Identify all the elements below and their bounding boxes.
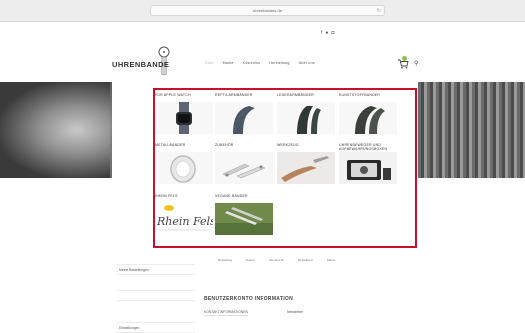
category-rhein-fels[interactable]: RHEIN FELS Rhein Fels xyxy=(155,194,215,235)
category-mega-menu: FÜR APPLE WATCH REPTILARMBÄNDER LEDERARM… xyxy=(153,88,417,248)
category-tools[interactable]: WERKZEUG xyxy=(277,143,337,184)
metal-band-image xyxy=(155,152,213,184)
order-col-header: Versand an xyxy=(268,258,285,262)
watch-winder-image xyxy=(339,152,397,184)
order-col-header: Bestellwert xyxy=(298,258,313,262)
cart-badge xyxy=(402,56,407,61)
nav-item[interactable]: Start xyxy=(205,61,214,65)
account-section-title: BENUTZERKONTO INFORMATION xyxy=(204,296,293,302)
category-leather-bands[interactable]: LEDERARMBÄNDER xyxy=(277,93,337,134)
category-plastic-bands[interactable]: KUNSTSTOFFBÄNDER xyxy=(339,93,399,134)
order-table-header: Bestellung Datum Versand an Bestellwert … xyxy=(204,258,416,262)
category-label: VEGANE BÄNDER xyxy=(215,194,248,198)
cart-button[interactable] xyxy=(397,56,409,69)
browser-chrome: uhrenbandes.de ↻ xyxy=(0,0,525,22)
newsletter-label: Newsletter xyxy=(287,310,304,314)
instagram-icon[interactable]: ◘ xyxy=(331,30,334,36)
rhein-fels-logo: Rhein Fels xyxy=(155,203,213,235)
plastic-band-image xyxy=(339,102,397,134)
site-logo[interactable]: UHRENBANDE xyxy=(112,60,169,69)
rhein-fels-logo-text: Rhein Fels xyxy=(156,215,213,228)
pinterest-icon[interactable]: ● xyxy=(325,30,328,36)
category-label: UHRENBEWEGER UND AUFBEWAHRUNGSBOXEN xyxy=(339,143,388,151)
topbar-right: f ● ◘ xyxy=(318,30,337,36)
vegan-band-image xyxy=(215,203,273,235)
nav-item[interactable]: Herstellung xyxy=(269,61,289,65)
category-apple-watch[interactable]: FÜR APPLE WATCH xyxy=(155,93,215,134)
order-col-header: Bestellung xyxy=(218,258,233,262)
contact-info-label: KONTAKTINFORMATIONEN xyxy=(204,310,248,316)
sidebar-item-settings[interactable]: Einstellungen xyxy=(117,322,195,333)
search-icon[interactable]: ⚲ xyxy=(414,60,418,67)
tools-image xyxy=(277,152,335,184)
category-label: LEDERARMBÄNDER xyxy=(277,93,314,97)
reptile-band-image xyxy=(215,102,273,134)
category-vegan-bands[interactable]: VEGANE BÄNDER xyxy=(215,194,275,235)
category-accessories[interactable]: ZUBEHÖR xyxy=(215,143,275,184)
sidebar-item-orders[interactable]: Meine Bestellungen xyxy=(117,264,195,275)
nav-item[interactable]: Über uns xyxy=(299,61,315,65)
url-text: uhrenbandes.de xyxy=(253,8,282,13)
facebook-icon[interactable]: f xyxy=(321,30,322,36)
order-col-header: Status xyxy=(326,258,336,262)
category-label: FÜR APPLE WATCH xyxy=(155,93,191,97)
category-label: METALLBÄNDER xyxy=(155,143,186,147)
category-watch-winders[interactable]: UHRENBEWEGER UND AUFBEWAHRUNGSBOXEN xyxy=(339,143,399,184)
category-reptile-bands[interactable]: REPTILARMBÄNDER xyxy=(215,93,275,134)
sidebar-item-downloads[interactable] xyxy=(117,290,195,301)
category-label: REPTILARMBÄNDER xyxy=(215,93,253,97)
accessories-image xyxy=(215,152,273,184)
reload-icon[interactable]: ↻ xyxy=(377,6,381,16)
order-col-header: Datum xyxy=(246,258,255,262)
apple-watch-band-image xyxy=(155,102,213,134)
category-label: WERKZEUG xyxy=(277,143,299,147)
main-nav: Start Marke Kostenlos Herstellung Über u… xyxy=(205,61,315,65)
nav-item[interactable]: Marke xyxy=(223,61,234,65)
category-label: RHEIN FELS xyxy=(155,194,178,198)
nav-item[interactable]: Kostenlos xyxy=(243,61,261,65)
category-label: ZUBEHÖR xyxy=(215,143,234,147)
category-label: KUNSTSTOFFBÄNDER xyxy=(339,93,381,97)
leather-band-image xyxy=(277,102,335,134)
url-bar[interactable]: uhrenbandes.de ↻ xyxy=(150,5,385,16)
category-metal-bands[interactable]: METALLBÄNDER xyxy=(155,143,215,184)
